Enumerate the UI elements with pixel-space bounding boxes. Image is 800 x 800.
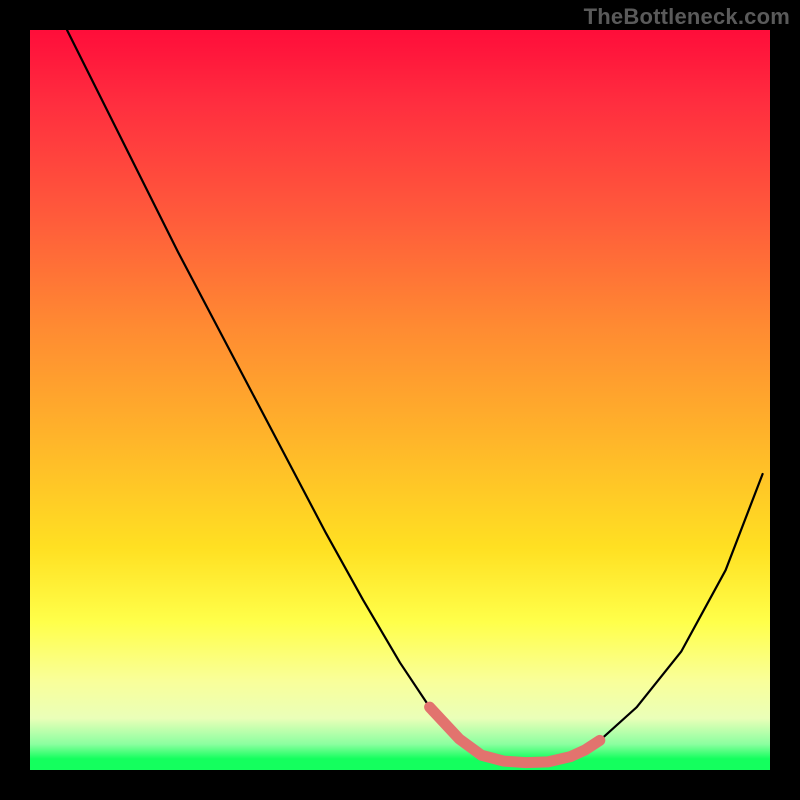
bottleneck-curve — [67, 30, 763, 763]
curve-group — [67, 30, 763, 763]
chart-svg — [30, 30, 770, 770]
curve-minimum-highlight — [430, 707, 571, 763]
curve-rise-highlight — [570, 740, 600, 756]
watermark-text: TheBottleneck.com — [584, 4, 790, 30]
chart-frame: TheBottleneck.com — [0, 0, 800, 800]
chart-plot-area — [30, 30, 770, 770]
